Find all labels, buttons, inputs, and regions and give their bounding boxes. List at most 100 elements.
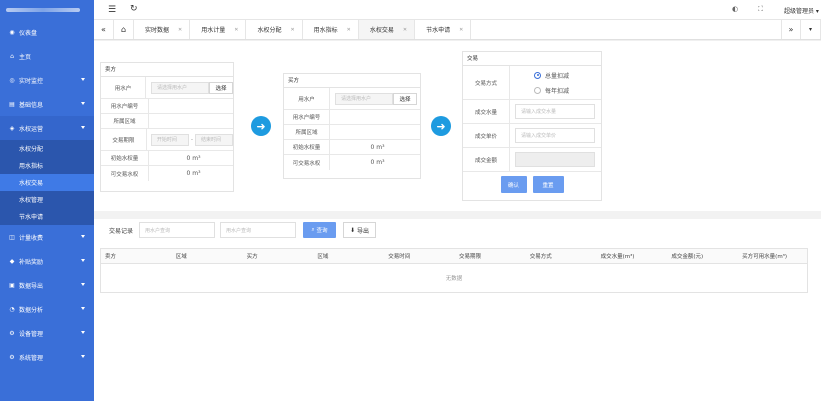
confirm-button[interactable]: 确认 (500, 176, 527, 193)
sidebar-item-sidebar-items-3[interactable]: ▤ 基础信息 (0, 92, 94, 116)
chevron-down-icon (81, 331, 85, 334)
seller-user-label: 用水户 (101, 77, 146, 98)
buyer-tradable-value: 0 m³ (370, 159, 385, 166)
sidebar-subitem[interactable]: 节水申请 (0, 208, 94, 225)
buyer-initial-value: 0 m³ (370, 143, 385, 151)
sidebar-item-sidebar-items_after-4[interactable]: ⚙ 设备管理 (0, 321, 94, 345)
seller-select-button[interactable]: 选择 (209, 81, 233, 94)
tab-item[interactable]: 水权交易 ✕ (358, 20, 416, 39)
chevron-down-icon (81, 307, 85, 310)
trade-panel: 卖方 用水户 请选择用水户 选择 用水户编号 所属区域 交易期限 开始时间 - 结束时… (94, 41, 821, 211)
sidebar-subitem[interactable]: 水权分配 (0, 140, 94, 157)
settings-icon: ⚙ (9, 353, 15, 361)
buyer-code-label: 用水户编号 (284, 110, 330, 124)
buyer-card: 买方 用水户 请选择用水户 选择 用水户编号 所属区域 初始水权量 0 m³ 可交易… (283, 73, 421, 179)
sidebar-item-label: 基础信息 (19, 101, 44, 109)
seller-user-input[interactable]: 请选择用水户 (151, 81, 209, 94)
fullscreen-icon[interactable]: ⛶ (758, 5, 763, 14)
buyer-select-button[interactable]: 选择 (393, 92, 417, 105)
buyer-initial-label: 初始水权量 (284, 140, 330, 154)
user-menu[interactable]: 超级管理员 ▾ (784, 6, 819, 15)
sidebar-item-sidebar-items_after-5[interactable]: ⚙ 系统管理 (0, 345, 94, 369)
buyer-user-label: 用水户 (284, 88, 330, 109)
trade-amount-input (515, 152, 595, 167)
menu-toggle-icon[interactable]: ☰ (108, 5, 116, 15)
close-icon[interactable]: ✕ (178, 27, 182, 33)
tabs-menu-icon[interactable]: ▾ (801, 20, 821, 39)
column-header: 成交水量(m³) (600, 254, 635, 260)
seller-end-input[interactable]: 结束时间 (195, 133, 233, 146)
tabs-next-icon[interactable]: » (781, 20, 801, 39)
home-tab-icon[interactable]: ⌂ (114, 20, 134, 39)
records-filter-2[interactable]: 用水户查询 (220, 222, 296, 238)
trade-price-label: 成交单价 (463, 124, 510, 147)
sidebar-item-sidebar-items-1[interactable]: ⌂ 主页 (0, 44, 94, 68)
chevron-down-icon (81, 102, 85, 105)
download-icon: ⬇ (349, 226, 355, 234)
sidebar-item-label: 计量收费 (19, 234, 44, 242)
radio-checked-icon (534, 71, 541, 79)
query-label: 查询 (316, 228, 328, 234)
column-header: 买方可用水量(m³) (742, 254, 788, 260)
trade-method-label: 交易方式 (463, 66, 510, 99)
sidebar-subitem[interactable]: 水权交易 (0, 174, 94, 191)
seller-start-input[interactable]: 开始时间 (150, 133, 189, 146)
dashboard-icon: ◉ (9, 28, 15, 36)
radio-unchecked-icon (534, 86, 541, 94)
sidebar-subitem[interactable]: 水权管理 (0, 191, 94, 208)
tab-label: 水权交易 (369, 27, 394, 34)
trade-qty-input[interactable]: 请输入成交水量 (515, 104, 595, 119)
top-bar: ☰ ↻ ◐ ⛶ 超级管理员 ▾ (94, 0, 821, 20)
sidebar-item-label: 补贴奖励 (19, 258, 44, 266)
empty-state: 无数据 (445, 276, 463, 282)
chevron-down-icon (81, 283, 85, 286)
close-icon[interactable]: ✕ (459, 27, 463, 33)
sidebar-item-sidebar-items-2[interactable]: ◎ 实时监控 (0, 68, 94, 92)
device-icon: ⚙ (9, 329, 15, 337)
theme-icon[interactable]: ◐ (732, 5, 738, 13)
water-icon: ◈ (9, 124, 15, 132)
tab-item[interactable]: 节水申请 ✕ (415, 20, 472, 39)
chevron-down-icon (81, 355, 85, 358)
sidebar-item-sidebar-items_after-3[interactable]: ◔ 数据分析 (0, 297, 94, 321)
tab-item[interactable]: 用水指标 ✕ (303, 20, 359, 39)
buyer-tradable-label: 可交易水权 (284, 155, 330, 170)
sidebar-subitem[interactable]: 用水指标 (0, 157, 94, 174)
sidebar-item-sidebar-items-4[interactable]: ◈ 水权运营 (0, 116, 94, 140)
refresh-icon[interactable]: ↻ (130, 4, 138, 14)
buyer-user-input[interactable]: 请选择用水户 (335, 92, 393, 105)
sidebar: ◉ 仪表盘 ⌂ 主页 ◎ 实时监控 ▤ 基础信息 ◈ 水权运营 水权分配 用水指标 水权交易 水权管理 节水… (0, 0, 94, 401)
sidebar-item-sidebar-items_after-2[interactable]: ▣ 数据导出 (0, 273, 94, 297)
tab-item[interactable]: 实时数据 ✕ (134, 20, 191, 39)
sidebar-item-sidebar-items-0[interactable]: ◉ 仪表盘 (0, 20, 94, 44)
close-icon[interactable]: ✕ (290, 27, 294, 33)
close-icon[interactable]: ✕ (403, 27, 407, 33)
option-yearly-radio[interactable]: 每年扣减 (534, 86, 569, 95)
seller-region-label: 所属区域 (101, 114, 149, 128)
chevron-down-icon (81, 259, 85, 262)
seller-tradable-label: 可交易水权 (101, 166, 149, 181)
column-header: 交易时间 (388, 254, 411, 260)
tab-item[interactable]: 用水计量 ✕ (190, 20, 247, 39)
reset-button[interactable]: 重置 (532, 176, 564, 193)
chevron-down-icon (81, 235, 85, 238)
sidebar-item-sidebar-items_after-0[interactable]: ◫ 计量收费 (0, 225, 94, 249)
option-total-radio[interactable]: 总量扣减 (534, 71, 569, 80)
sidebar-item-label: 实时监控 (19, 77, 44, 85)
column-header: 买方 (246, 254, 258, 260)
tabs-prev-icon[interactable]: « (94, 20, 114, 39)
sidebar-item-sidebar-items_after-1[interactable]: ◆ 补贴奖励 (0, 249, 94, 273)
records-filter-1[interactable]: 用水户查询 (139, 222, 215, 238)
tab-item[interactable]: 水权分配 ✕ (246, 20, 303, 39)
tab-label: 水权分配 (257, 27, 282, 34)
records-label: 交易记录 (109, 228, 134, 235)
trade-price-input[interactable]: 请输入成交单价 (515, 128, 595, 143)
home-icon: ⌂ (10, 52, 14, 60)
query-button[interactable]: ⌕ 查询 (303, 222, 336, 238)
export-button[interactable]: ⬇ 导出 (343, 222, 376, 238)
user-name: 超级管理员 (784, 8, 815, 15)
close-icon[interactable]: ✕ (347, 27, 351, 33)
tab-bar: « ⌂ 实时数据 ✕ 用水计量 ✕ 水权分配 ✕ 用水指标 ✕ 水权交易 ✕ 节水申请 ✕ » ▾ (94, 20, 821, 40)
close-icon[interactable]: ✕ (234, 27, 238, 33)
trade-amount-label: 成交金额 (463, 148, 510, 171)
